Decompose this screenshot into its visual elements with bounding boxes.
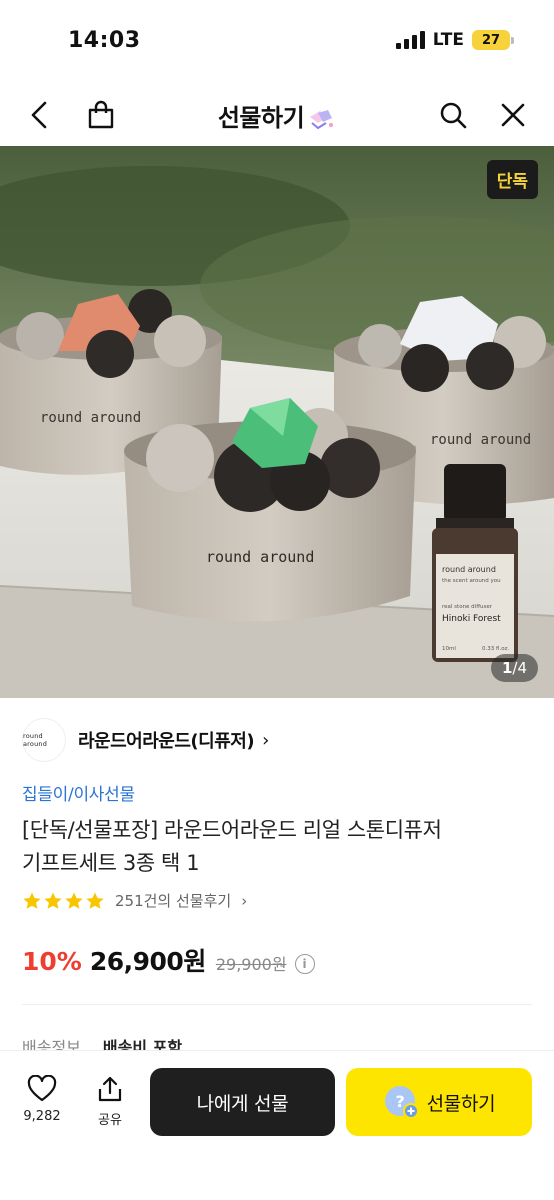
send-gift-button[interactable]: ? 선물하기 (346, 1068, 532, 1136)
sale-price: 26,900원 (89, 947, 206, 976)
pager-current: 1 (501, 659, 513, 677)
product-photo: round around round around round around r… (0, 146, 554, 698)
share-icon (98, 1076, 122, 1102)
original-price: 29,900원 (215, 955, 287, 974)
share-label: 공유 (98, 1113, 122, 1128)
star-icon (23, 892, 41, 909)
status-right: LTE 27 (395, 30, 514, 50)
product-title: [단독/선물포장] 라운드어라운드 리얼 스톤디퓨저 기프트세트 3종 택 1 (22, 814, 532, 880)
bottom-action-bar: 9,282 공유 나에게 선물 ? 선물하기 (0, 1050, 554, 1200)
share-button[interactable]: 공유 (90, 1075, 130, 1128)
bottle-brand: round around (442, 565, 496, 574)
discount-rate: 10% (22, 947, 82, 976)
send-gift-label: 선물하기 (426, 1092, 496, 1115)
pager-total: 4 (517, 659, 527, 677)
review-count: 251건의 선물후기 (115, 892, 232, 910)
diffuser-label-front: round around (206, 548, 314, 566)
brand-link[interactable]: round around 라운드어라운드(디퓨저) › (22, 718, 269, 762)
star-icon (44, 892, 62, 909)
friend-add-icon: ? (384, 1086, 419, 1119)
brand-logo-text: round around (23, 732, 48, 748)
page-title: 선물하기 (0, 98, 554, 133)
star-rating (22, 891, 105, 911)
brand-logo: round around (22, 718, 66, 762)
bottle-volume-oz: 0.33 fl.oz. (482, 646, 509, 652)
product-title-line-2: 기프트세트 3종 택 1 (22, 851, 200, 875)
image-pager: 1/4 (490, 654, 538, 682)
product-title-line-1: [단독/선물포장] 라운드어라운드 리얼 스톤디퓨저 (22, 818, 442, 842)
brand-name: 라운드어라운드(디퓨저) (78, 731, 255, 752)
page-title-text: 선물하기 (217, 104, 305, 132)
search-icon (440, 102, 467, 129)
gift-to-me-button[interactable]: 나에게 선물 (150, 1068, 335, 1136)
price-row: 10% 26,900원 29,900원 i (22, 942, 315, 978)
diffuser-label-left: round around (40, 410, 141, 426)
status-time: 14:03 (68, 28, 141, 53)
battery-icon: 27 (472, 30, 514, 50)
product-image-carousel[interactable]: round around round around round around r… (0, 146, 554, 698)
gift-sparkle-icon (310, 110, 334, 130)
review-chevron-icon: › (241, 891, 248, 910)
like-count: 9,282 (23, 1109, 61, 1124)
divider (22, 1004, 532, 1005)
bottle-scent: Hinoki Forest (442, 614, 501, 624)
info-icon[interactable]: i (294, 954, 315, 974)
rating-row[interactable]: 251건의 선물후기 › (22, 890, 247, 911)
top-nav: 선물하기 (0, 84, 554, 146)
status-bar: 14:03 LTE 27 (0, 0, 554, 84)
like-button[interactable]: 9,282 (22, 1075, 62, 1124)
network-label: LTE (432, 30, 464, 50)
search-button[interactable] (436, 98, 470, 132)
close-icon (501, 103, 525, 127)
diffuser-label-right: round around (430, 432, 531, 448)
close-button[interactable] (496, 98, 530, 132)
star-icon (65, 892, 83, 909)
star-icon (86, 892, 104, 909)
signal-icon (395, 31, 425, 49)
bottle-type: real stone diffuser (442, 604, 493, 610)
bottle-tagline: the scent around you (442, 578, 501, 584)
category-link[interactable]: 집들이/이사선물 (22, 780, 135, 805)
heart-icon (27, 1075, 57, 1102)
svg-text:?: ? (395, 1092, 404, 1111)
battery-level: 27 (481, 32, 501, 48)
chevron-right-icon: › (262, 729, 270, 751)
bottle-volume: 10ml (442, 646, 456, 652)
exclusive-badge: 단독 (486, 160, 538, 199)
